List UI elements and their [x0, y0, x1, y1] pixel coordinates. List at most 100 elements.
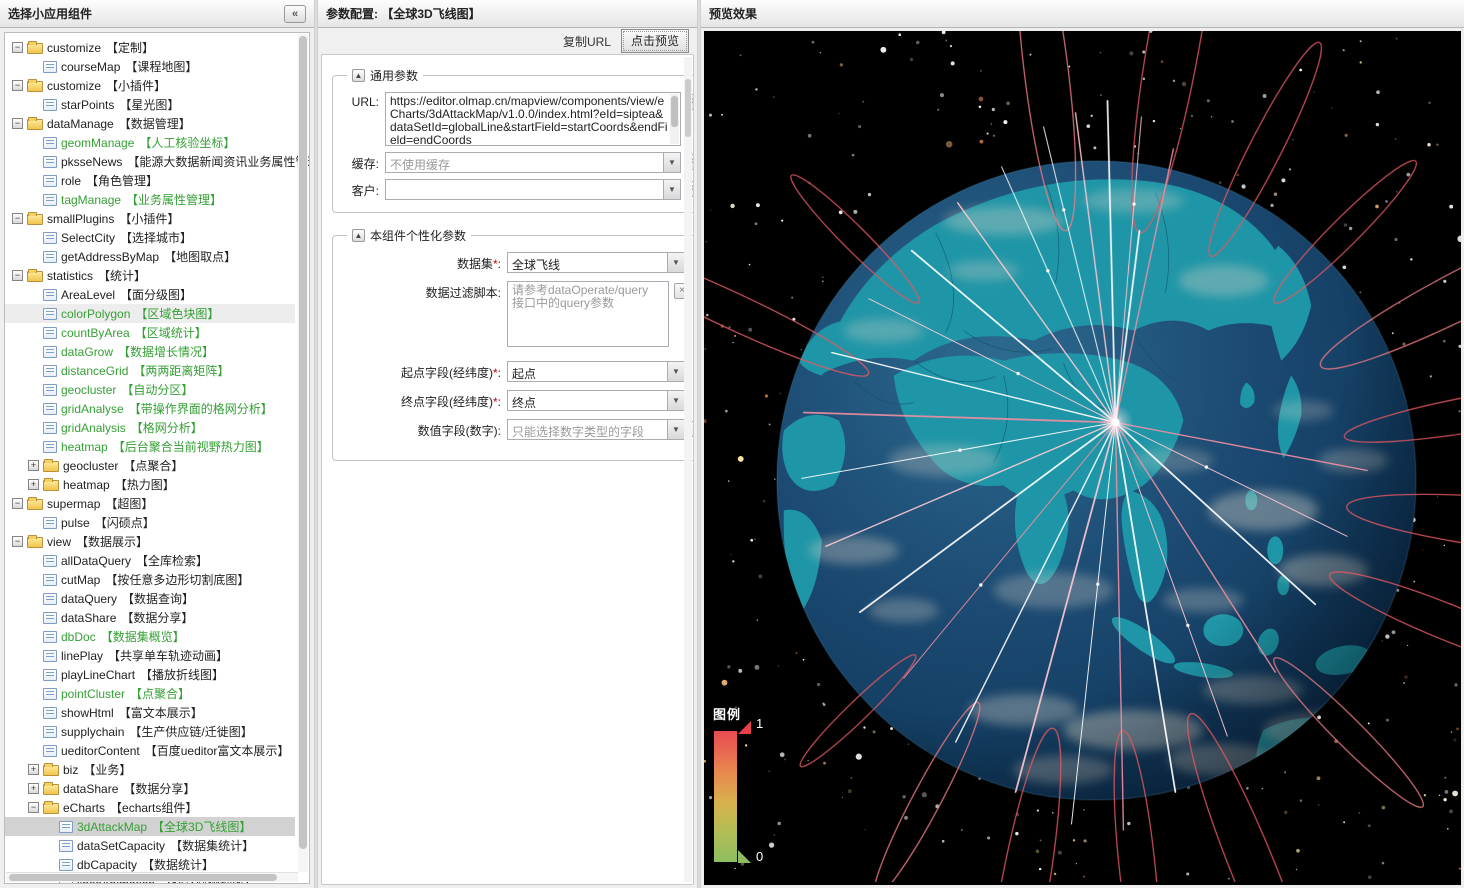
- tree-item-dataManage[interactable]: −dataManage【数据管理】: [5, 114, 295, 133]
- component-icon: [43, 517, 57, 529]
- param-field-row: 数据过滤脚本:请参考dataOperate/query接口中的query参数×: [341, 281, 694, 347]
- tree-item-SelectCity[interactable]: SelectCity【选择城市】: [5, 228, 295, 247]
- expand-node-icon[interactable]: +: [28, 479, 39, 490]
- collapse-node-icon[interactable]: −: [12, 213, 23, 224]
- url-textarea[interactable]: https://editor.olmap.cn/mapview/componen…: [385, 92, 681, 146]
- textarea-scrollbar[interactable]: [670, 94, 679, 144]
- collapse-node-icon[interactable]: −: [12, 270, 23, 281]
- expander-slot: +: [27, 460, 40, 471]
- click-preview-button[interactable]: 点击预览: [621, 29, 689, 53]
- tree-item-supplychain[interactable]: supplychain【生产供应链/迁徙图】: [5, 722, 295, 741]
- tree-vertical-scrollbar[interactable]: [298, 34, 308, 872]
- tree-item-3dAttackMap[interactable]: 3dAttackMap【全球3D飞线图】: [5, 817, 295, 836]
- tree-item-countByArea[interactable]: countByArea【区域统计】: [5, 323, 295, 342]
- component-icon: [43, 308, 57, 320]
- tree-item-supermap[interactable]: −supermap【超图】: [5, 494, 295, 513]
- collapse-node-icon[interactable]: −: [12, 42, 23, 53]
- tree-item-role[interactable]: role【角色管理】: [5, 171, 295, 190]
- tree-item-distanceGrid[interactable]: distanceGrid【两两距离矩阵】: [5, 361, 295, 380]
- tree-item-dbDoc[interactable]: dbDoc【数据集概览】: [5, 627, 295, 646]
- collapse-node-icon[interactable]: −: [12, 498, 23, 509]
- tree-item-geocluster[interactable]: +geocluster【点聚合】: [5, 456, 295, 475]
- chevron-down-icon[interactable]: ▼: [667, 420, 684, 439]
- tree-item-gridAnalyse[interactable]: gridAnalyse【带操作界面的格网分析】: [5, 399, 295, 418]
- tree-item-eCharts[interactable]: −eCharts【echarts组件】: [5, 798, 295, 817]
- collapse-panel-button[interactable]: «: [284, 5, 306, 23]
- expand-node-icon[interactable]: +: [28, 460, 39, 471]
- expand-node-icon[interactable]: +: [28, 764, 39, 775]
- copy-url-button[interactable]: 复制URL: [563, 33, 611, 50]
- field-select-3[interactable]: 终点▼: [507, 390, 685, 411]
- expand-node-icon[interactable]: +: [28, 783, 39, 794]
- chevron-down-icon[interactable]: ▼: [667, 362, 684, 381]
- field-select-0[interactable]: 全球飞线▼: [507, 252, 685, 273]
- tree-item-heatmap[interactable]: +heatmap【热力图】: [5, 475, 295, 494]
- chevron-down-icon[interactable]: ▼: [667, 253, 684, 272]
- tree-item-pksseNews[interactable]: pksseNews【能源大数据新闻资讯业务属性管理】: [5, 152, 295, 171]
- collapse-node-icon[interactable]: −: [12, 118, 23, 129]
- tree-item-allDataQuery[interactable]: allDataQuery【全库检索】: [5, 551, 295, 570]
- tree-item-name: supplychain: [61, 725, 124, 739]
- chevron-down-icon[interactable]: ▼: [663, 180, 680, 199]
- tree-item-gridAnalysis[interactable]: gridAnalysis【格网分析】: [5, 418, 295, 437]
- tree-item-dataShare[interactable]: dataShare【数据分享】: [5, 608, 295, 627]
- tree-item-statistics[interactable]: −statistics【统计】: [5, 266, 295, 285]
- general-params-title: 通用参数: [370, 67, 418, 84]
- tree-item-smallPlugins[interactable]: −smallPlugins【小插件】: [5, 209, 295, 228]
- field-select-4[interactable]: 只能选择数字类型的字段▼: [507, 419, 685, 440]
- tree-item-playLineChart[interactable]: playLineChart【播放折线图】: [5, 665, 295, 684]
- cache-select[interactable]: 不使用缓存 ▼: [385, 152, 681, 173]
- tree-item-heatmap[interactable]: heatmap【后台聚合当前视野热力图】: [5, 437, 295, 456]
- collapse-node-icon[interactable]: −: [12, 80, 23, 91]
- tree-item-ueditorContent[interactable]: ueditorContent【百度ueditor富文本展示】: [5, 741, 295, 760]
- client-select[interactable]: ▼: [385, 179, 681, 200]
- component-icon: [43, 194, 57, 206]
- collapse-node-icon[interactable]: −: [28, 802, 39, 813]
- scrollbar-thumb[interactable]: [671, 96, 678, 127]
- preview-canvas[interactable]: 图例 1 0: [704, 31, 1461, 885]
- config-scrollbar[interactable]: [684, 57, 692, 882]
- tree-item-biz[interactable]: +biz【业务】: [5, 760, 295, 779]
- tree-item-name: dbCapacity: [77, 858, 137, 872]
- tree-horizontal-scrollbar[interactable]: [6, 872, 298, 882]
- tree-item-dataQuery[interactable]: dataQuery【数据查询】: [5, 589, 295, 608]
- chevron-down-icon[interactable]: ▼: [663, 153, 680, 172]
- chevron-down-icon[interactable]: ▼: [667, 391, 684, 410]
- tree-item-linePlay[interactable]: linePlay【共享单车轨迹动画】: [5, 646, 295, 665]
- globe-visualization[interactable]: [704, 31, 1461, 882]
- tree-item-name: pulse: [61, 516, 90, 530]
- tree-item-colorPolygon[interactable]: colorPolygon【区域色块图】: [5, 304, 295, 323]
- tree-item-starPoints[interactable]: starPoints【星光图】: [5, 95, 295, 114]
- scrollbar-thumb[interactable]: [685, 79, 691, 137]
- component-tree-panel: 选择小应用组件 « −customize【定制】courseMap【课程地图】−…: [0, 0, 314, 888]
- collapse-node-icon[interactable]: −: [12, 536, 23, 547]
- tree-item-tagManage[interactable]: tagManage【业务属性管理】: [5, 190, 295, 209]
- tree-item-cutMap[interactable]: cutMap【按任意多边形切割底图】: [5, 570, 295, 589]
- collapse-section-icon[interactable]: ▲: [352, 69, 365, 82]
- tree-item-name: dataSetCapacity: [77, 839, 165, 853]
- scrollbar-thumb[interactable]: [299, 36, 307, 849]
- tree-item-AreaLevel[interactable]: AreaLevel【面分级图】: [5, 285, 295, 304]
- tree-item-name: linePlay: [61, 649, 103, 663]
- tree-item-name: showHtml: [61, 706, 114, 720]
- field-select-2[interactable]: 起点▼: [507, 361, 685, 382]
- tree-item-showHtml[interactable]: showHtml【富文本展示】: [5, 703, 295, 722]
- tree-item-customize[interactable]: −customize【定制】: [5, 38, 295, 57]
- field-textarea-1[interactable]: 请参考dataOperate/query接口中的query参数: [507, 281, 669, 347]
- tree-item-pulse[interactable]: pulse【闪硕点】: [5, 513, 295, 532]
- tree-item-dataGrow[interactable]: dataGrow【数据增长情况】: [5, 342, 295, 361]
- tree-item-description: 【人工核验坐标】: [139, 134, 235, 151]
- tree-item-view[interactable]: −view【数据展示】: [5, 532, 295, 551]
- tree-item-dataShare[interactable]: +dataShare【数据分享】: [5, 779, 295, 798]
- tree-item-geocluster[interactable]: geocluster【自动分区】: [5, 380, 295, 399]
- tree-item-courseMap[interactable]: courseMap【课程地图】: [5, 57, 295, 76]
- tree-item-dataSetCapacity[interactable]: dataSetCapacity【数据集统计】: [5, 836, 295, 855]
- collapse-section-icon[interactable]: ▲: [352, 229, 365, 242]
- scrollbar-thumb[interactable]: [9, 874, 277, 881]
- expander-slot: −: [11, 213, 24, 224]
- tree-item-name: pointCluster: [61, 687, 125, 701]
- tree-item-geomManage[interactable]: geomManage【人工核验坐标】: [5, 133, 295, 152]
- tree-item-customize[interactable]: −customize【小插件】: [5, 76, 295, 95]
- tree-item-pointCluster[interactable]: pointCluster【点聚合】: [5, 684, 295, 703]
- tree-item-getAddressByMap[interactable]: getAddressByMap【地图取点】: [5, 247, 295, 266]
